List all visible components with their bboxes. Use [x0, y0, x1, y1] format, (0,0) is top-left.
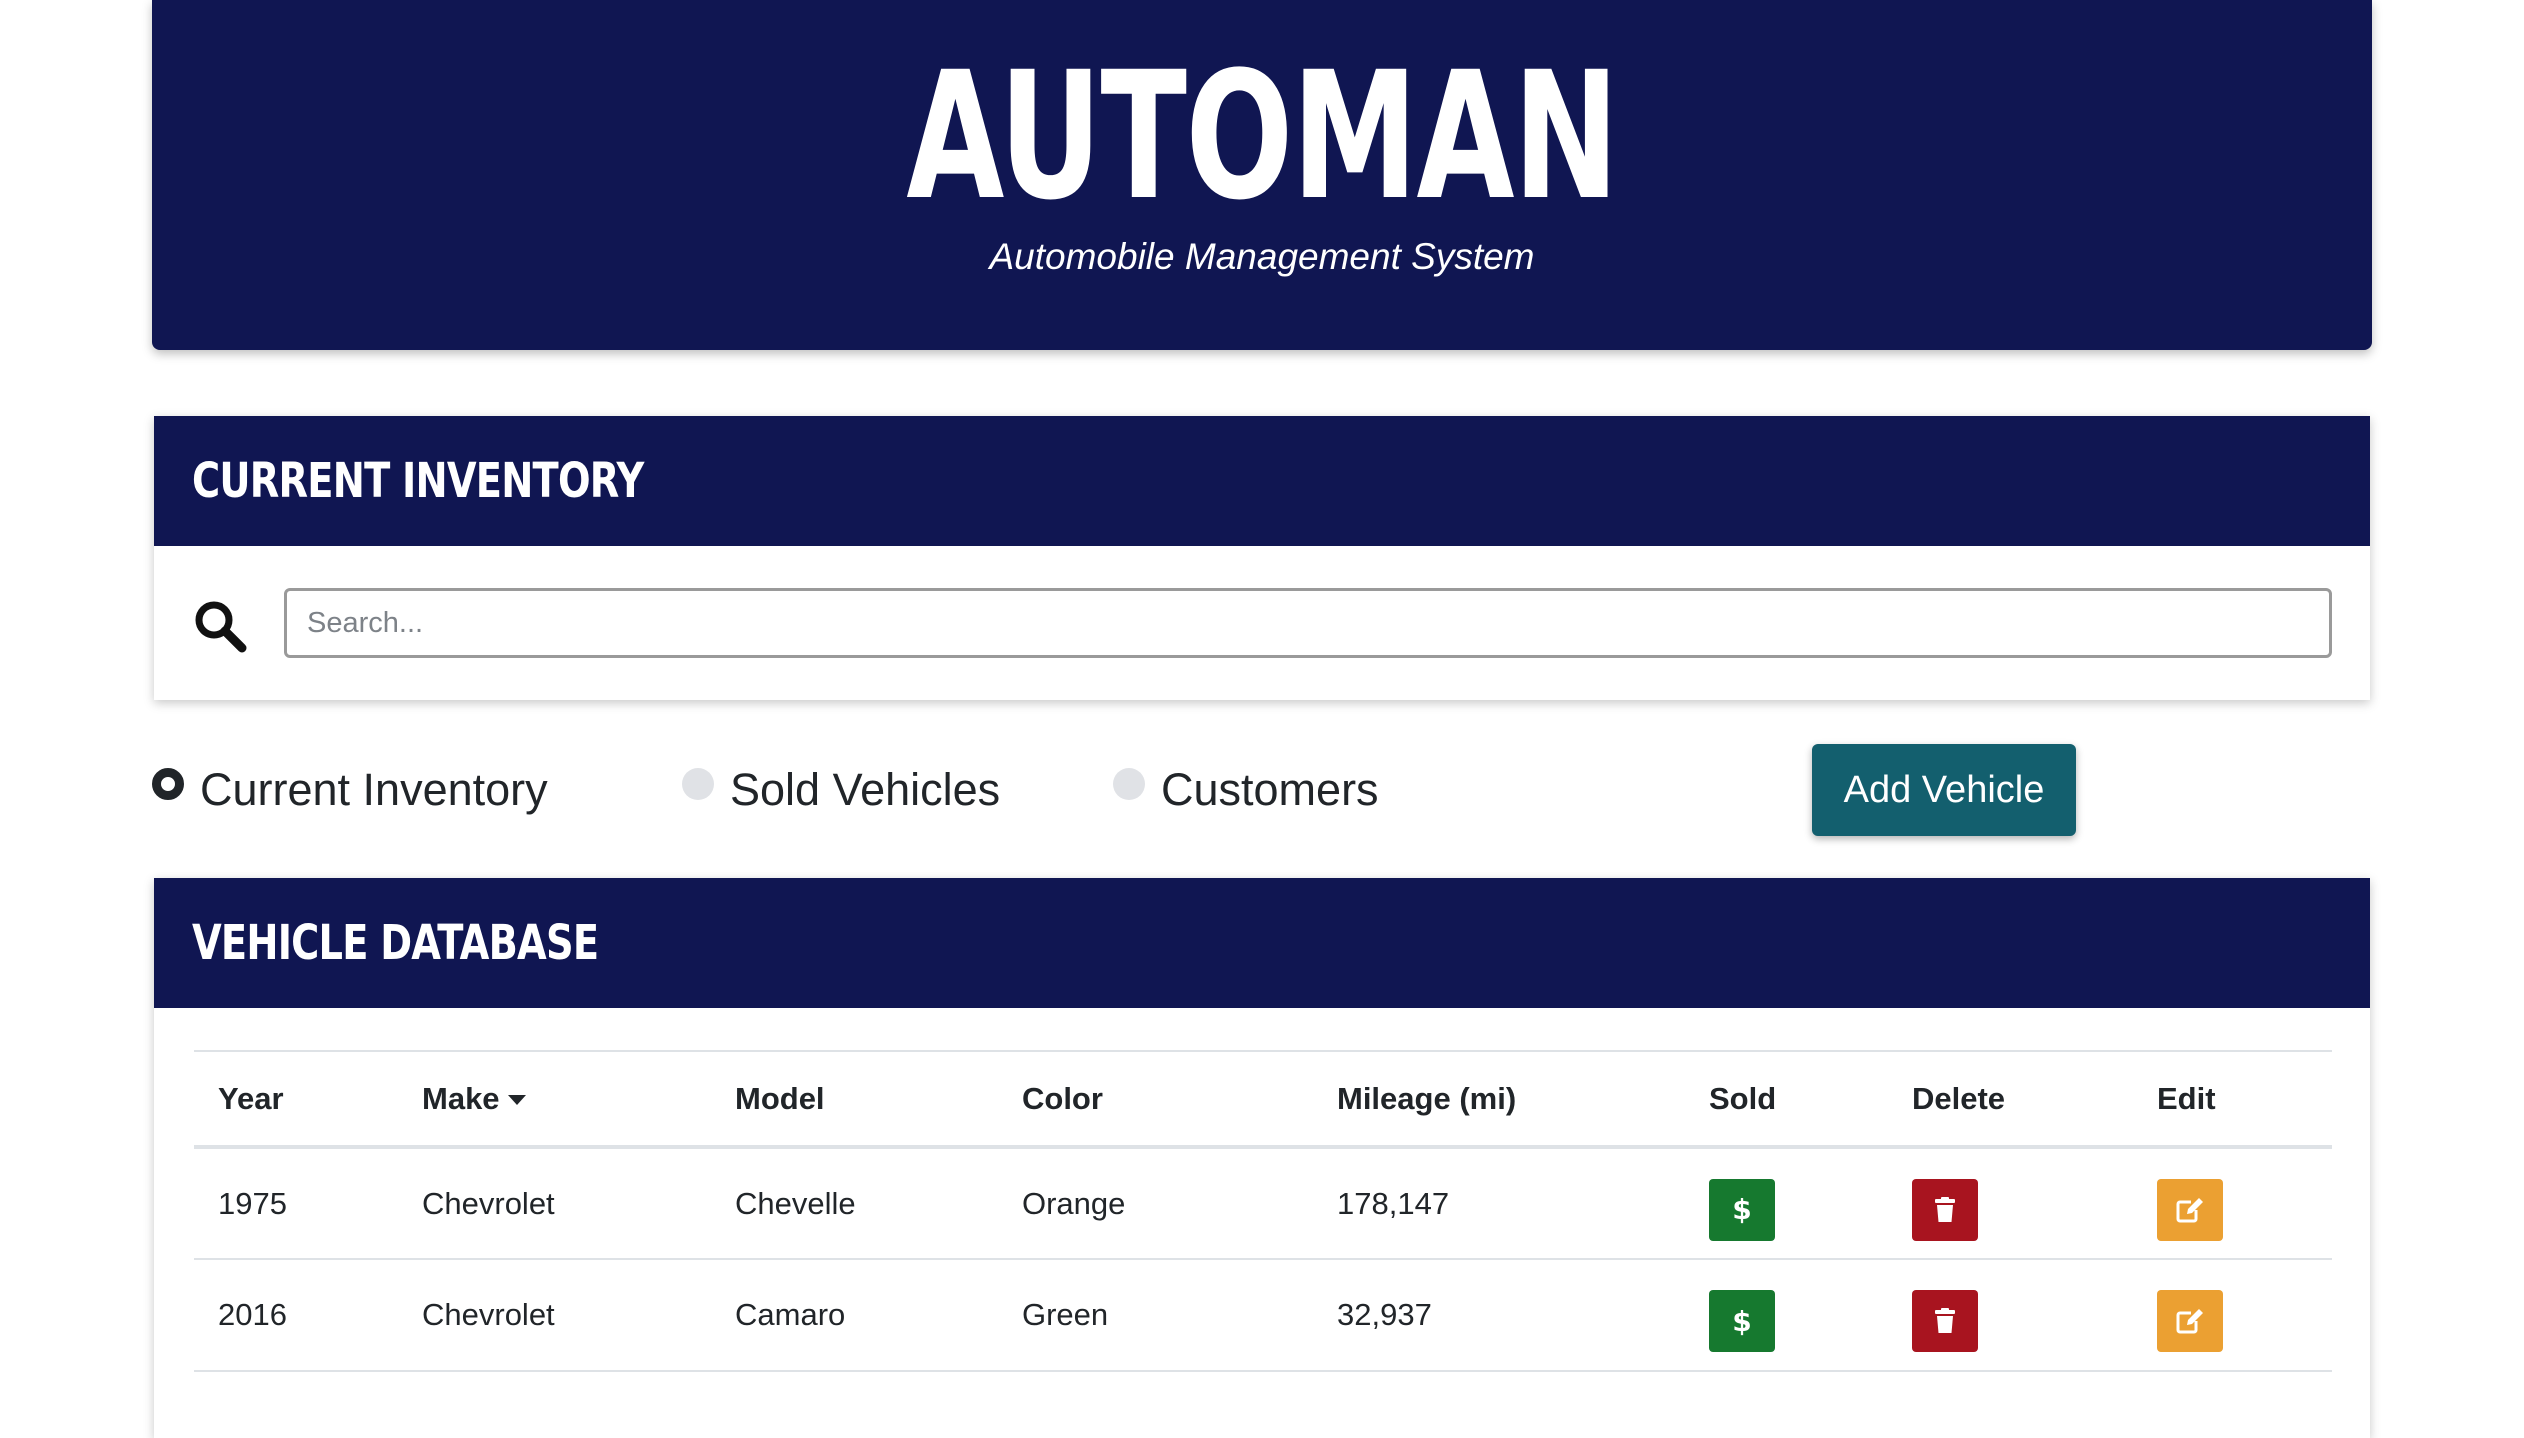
vehicle-card-header: VEHICLE DATABASE — [154, 878, 2370, 1008]
cell-model: Camaro — [735, 1297, 846, 1332]
vehicle-card-title: VEHICLE DATABASE — [192, 915, 599, 971]
column-header-color[interactable]: Color — [998, 1051, 1313, 1147]
dollar-icon: $ — [1732, 1193, 1752, 1226]
cell-year: 2016 — [218, 1297, 287, 1332]
radio-label: Customers — [1161, 764, 1379, 815]
dollar-icon: $ — [1732, 1304, 1752, 1338]
delete-button[interactable] — [1912, 1178, 1978, 1241]
cell-color: Green — [1022, 1297, 1109, 1332]
table-header-row: Year Make Model Color Mileage (mi) Sold … — [194, 1051, 2332, 1147]
edit-icon — [2176, 1197, 2203, 1222]
table-row: 2016 Chevrolet Camaro Green 32,937 $ — [194, 1259, 2332, 1371]
column-header-sold: Sold — [1709, 1080, 1777, 1116]
column-header-model[interactable]: Model — [711, 1051, 998, 1147]
inventory-search-card: CURRENT INVENTORY — [154, 416, 2370, 700]
cell-color: Orange — [1022, 1185, 1126, 1221]
column-header-make-label: Make — [422, 1080, 500, 1116]
app-header: AUTOMAN Automobile Management System — [152, 0, 2372, 350]
cell-mileage: 178,147 — [1337, 1185, 1450, 1221]
cell-delete — [1888, 1147, 2133, 1259]
cell-model: Chevelle — [735, 1185, 856, 1221]
vehicle-table: Year Make Model Color Mileage (mi) Sold … — [194, 1050, 2332, 1372]
cell-year: 1975 — [218, 1185, 287, 1221]
cell-edit — [2133, 1147, 2332, 1259]
radio-sold-vehicles[interactable]: Sold Vehicles — [682, 764, 1000, 816]
cell-mileage: 32,937 — [1337, 1297, 1432, 1332]
radio-button[interactable] — [682, 768, 714, 800]
add-vehicle-button[interactable]: Add Vehicle — [1812, 744, 2076, 836]
vehicle-database-card: VEHICLE DATABASE Year Make Model Color M… — [154, 878, 2370, 1438]
table-row: 1975 Chevrolet Chevelle Orange 178,147 $ — [194, 1147, 2332, 1259]
column-header-delete: Delete — [1912, 1080, 2006, 1116]
cell-sold: $ — [1685, 1147, 1888, 1259]
column-header-make[interactable]: Make — [398, 1051, 711, 1147]
trash-icon — [1935, 1308, 1955, 1333]
mark-sold-button[interactable]: $ — [1709, 1290, 1775, 1352]
edit-button[interactable] — [2157, 1178, 2223, 1241]
search-input[interactable] — [284, 588, 2332, 658]
column-header-year[interactable]: Year — [194, 1051, 398, 1147]
cell-delete — [1888, 1259, 2133, 1371]
search-icon — [192, 598, 248, 654]
radio-label: Current Inventory — [200, 764, 548, 815]
radio-current-inventory[interactable]: Current Inventory — [152, 764, 548, 816]
cell-sold: $ — [1685, 1259, 1888, 1371]
sort-caret-icon — [507, 1095, 526, 1106]
radio-customers[interactable]: Customers — [1113, 764, 1379, 816]
search-row — [154, 546, 2370, 700]
app-subtitle: Automobile Management System — [989, 236, 1535, 277]
trash-icon — [1935, 1196, 1955, 1222]
inventory-card-title: CURRENT INVENTORY — [192, 453, 644, 509]
cell-make: Chevrolet — [422, 1185, 555, 1221]
column-header-edit: Edit — [2157, 1080, 2216, 1116]
column-header-mileage[interactable]: Mileage (mi) — [1313, 1051, 1685, 1147]
delete-button[interactable] — [1912, 1290, 1978, 1352]
edit-button[interactable] — [2157, 1290, 2223, 1352]
edit-icon — [2176, 1309, 2203, 1334]
app-title: AUTOMAN — [906, 34, 1619, 239]
view-selector: Current Inventory Sold Vehicles Customer… — [152, 744, 2372, 844]
radio-button-selected[interactable] — [152, 768, 184, 800]
radio-button[interactable] — [1113, 768, 1145, 800]
inventory-card-header: CURRENT INVENTORY — [154, 416, 2370, 546]
radio-label: Sold Vehicles — [730, 764, 1001, 815]
cell-make: Chevrolet — [422, 1297, 555, 1332]
cell-edit — [2133, 1259, 2332, 1371]
mark-sold-button[interactable]: $ — [1709, 1178, 1775, 1241]
